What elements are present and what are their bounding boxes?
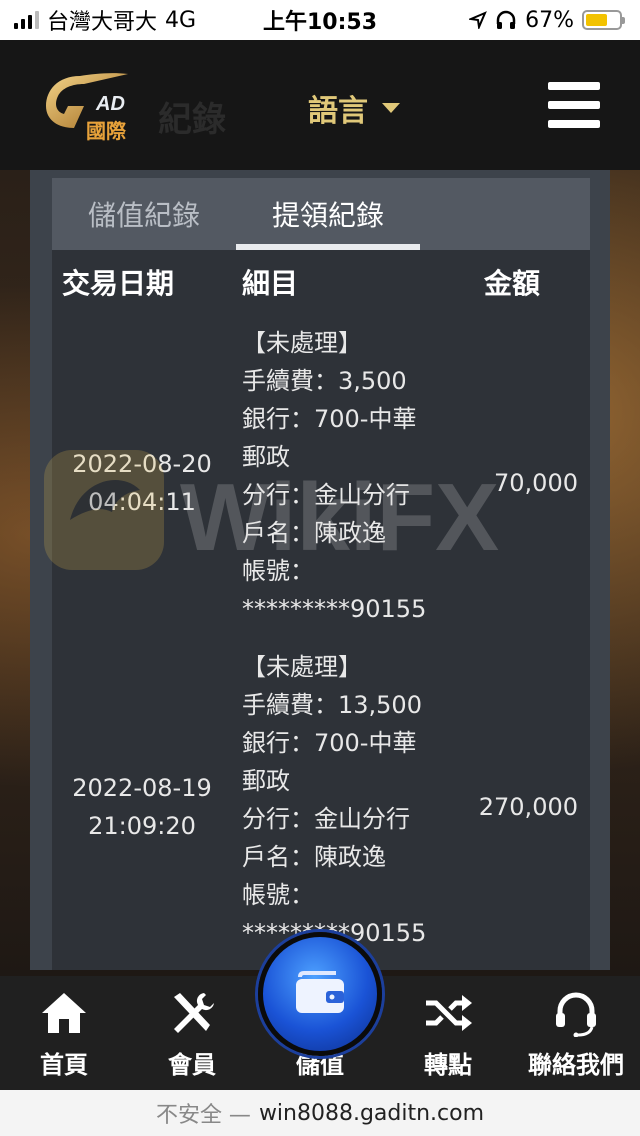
row-date: 2022-08-19 [72,774,212,802]
tab-label: 提領紀錄 [271,199,384,232]
headset-icon [556,992,596,1037]
nav-contact[interactable]: 聯絡我們 [512,989,640,1080]
language-label: 語言 [308,94,368,129]
header-detail: 細目 [242,267,299,300]
logo-emblem: AD 國際 [46,73,128,143]
tab-withdrawal-records[interactable]: 提領紀錄 [236,178,420,250]
row-detail: 【未處理】 手續費：13,500 銀行：700-中華 郵政 分行：金山分行 戶名… [232,648,472,966]
nav-transfer[interactable]: 轉點 [384,989,512,1080]
tab-label: 儲值紀錄 [87,199,200,232]
home-icon [42,993,86,1033]
row-date-cell: 2022-08-19 21:09:20 [52,648,232,966]
deposit-center-button[interactable] [258,932,382,1056]
caret-down-icon [382,103,400,113]
detail-account-name: 戶名：陳政逸 [242,843,386,871]
battery-percent: 67% [525,7,574,33]
detail-branch: 分行：金山分行 [242,481,410,509]
row-date-cell: 2022-08-20 04:04:11 [52,324,232,642]
detail-bank-cont: 郵政 [242,443,290,471]
svg-text:國際: 國際 [86,119,127,143]
table-row: 2022-08-19 21:09:20 【未處理】 手續費：13,500 銀行：… [52,648,590,966]
detail-bank: 銀行：700-中華 [242,405,417,433]
detail-account-name: 戶名：陳政逸 [242,519,386,547]
battery-icon [582,10,625,30]
records-panel: 儲值紀錄 提領紀錄 交易日期 細目 金額 2022-08-20 04:04:11… [30,170,610,970]
page-title-faded: 紀錄 [158,100,226,140]
detail-status: 【未處理】 [242,329,362,357]
nav-home[interactable]: 首頁 [0,989,128,1080]
row-time: 04:04:11 [88,488,196,516]
status-bar: 台灣大哥大 4G 上午10:53 67% [0,0,640,40]
records-table: 交易日期 細目 金額 2022-08-20 04:04:11 【未處理】 手續費… [52,250,590,970]
app-header: AD 國際 紀錄 語言 [0,40,640,170]
signal-icon [14,11,39,29]
battery-fill [586,14,608,26]
url-text: win8088.gaditn.com [258,1100,485,1126]
detail-account-label: 帳號： [242,557,314,585]
table-header: 交易日期 細目 金額 [52,250,590,314]
nav-member[interactable]: 會員 [128,989,256,1080]
shuffle-icon [426,995,472,1031]
records-tabs: 儲值紀錄 提領紀錄 [52,178,590,250]
svg-text:AD: AD [95,93,125,115]
detail-bank-cont: 郵政 [242,767,290,795]
detail-fee: 手續費：3,500 [242,367,407,395]
status-right: 67% [469,7,625,33]
network-label: 4G [165,7,197,33]
row-amount: 70,000 [494,469,578,497]
wallet-icon [296,971,344,1013]
nav-label: 轉點 [424,1051,472,1079]
carrier-label: 台灣大哥大 [47,10,158,35]
header-amount: 金額 [484,267,541,300]
detail-account-label: 帳號： [242,881,314,909]
detail-account-number: *********90155 [242,595,427,623]
nav-label: 會員 [168,1051,216,1079]
row-amount: 270,000 [478,793,578,821]
headphones-icon [496,10,516,29]
detail-bank: 銀行：700-中華 [242,729,417,757]
status-left: 台灣大哥大 4G [14,4,196,36]
menu-icon[interactable] [548,82,600,128]
table-row: 2022-08-20 04:04:11 【未處理】 手續費：3,500 銀行：7… [52,324,590,642]
location-icon [469,11,487,29]
security-label: 不安全 — [155,1103,251,1128]
detail-branch: 分行：金山分行 [242,805,410,833]
tools-icon [174,993,214,1033]
nav-label: 首頁 [40,1051,88,1079]
row-date: 2022-08-20 [72,450,212,478]
browser-url-bar[interactable]: 不安全 — win8088.gaditn.com [0,1090,640,1136]
row-time: 21:09:20 [88,812,196,840]
tab-deposit-records[interactable]: 儲值紀錄 [52,178,236,250]
row-detail: 【未處理】 手續費：3,500 銀行：700-中華 郵政 分行：金山分行 戶名：… [232,324,472,642]
brand-logo[interactable]: AD 國際 [40,68,150,148]
detail-fee: 手續費：13,500 [242,691,422,719]
language-dropdown[interactable]: 語言 [308,86,400,130]
nav-label: 聯絡我們 [528,1051,624,1079]
detail-status: 【未處理】 [242,653,362,681]
header-date: 交易日期 [62,267,175,300]
